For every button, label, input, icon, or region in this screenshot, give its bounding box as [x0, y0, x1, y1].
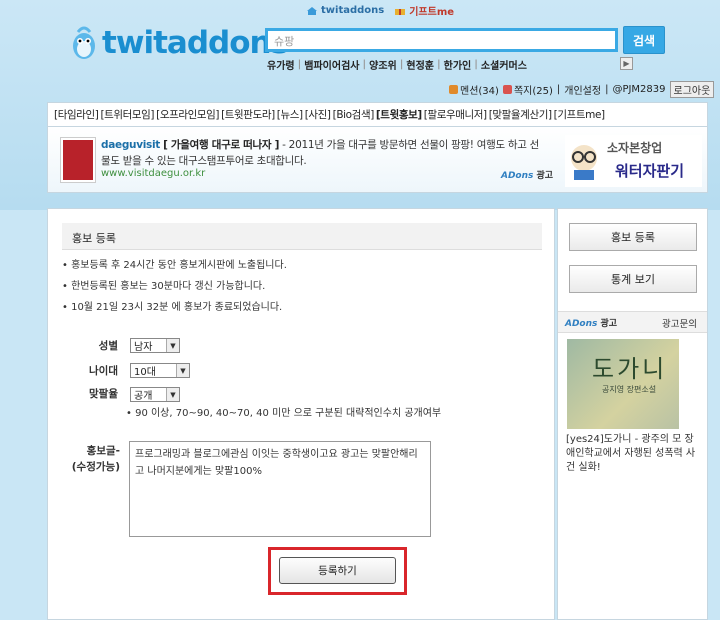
mentions-label: 멘션(34) [460, 86, 499, 97]
follow-rate-label: 맞팔율 [89, 388, 118, 400]
gift-icon [395, 8, 406, 15]
hot-keyword[interactable]: 뱀파이어검사 [302, 57, 361, 72]
twitaddons-link-label: twitaddons [321, 5, 385, 16]
post-label-line2: (수정가능) [71, 461, 120, 473]
search-bar: 슈팡 검색 [265, 26, 665, 54]
user-handle[interactable]: @PJM2839 [612, 84, 665, 95]
ad-banner[interactable]: daeguvisit [ 가을여행 대구로 떠나자 ] - 2011년 가을 대… [47, 127, 708, 193]
post-label-line1: 홍보글- [86, 445, 120, 457]
notice-list: • 홍보등록 후 24시간 동안 홍보게시판에 노출됩니다. • 한번등록된 홍… [62, 257, 287, 320]
page-title: 홍보 등록 [62, 223, 542, 250]
ad-brand: ADons 광고 [501, 168, 553, 181]
hot-keyword[interactable]: 소셜커머스 [479, 57, 529, 72]
nav-item-pandora[interactable]: [트윗판도라] [221, 107, 275, 122]
book-ad-caption[interactable]: [yes24]도가니 - 광주의 모 장애인학교에서 자행된 성폭력 사건 실화… [566, 433, 702, 475]
play-icon: ▶ [623, 59, 630, 68]
gender-value: 남자 [134, 342, 153, 353]
sidebar-ad-brand-suffix: 광고 [600, 319, 618, 329]
sidebar-ad-header: ADons 광고 광고문의 [558, 311, 707, 333]
ad-thumbnail-image [63, 140, 93, 180]
nav-item-tweet-promo[interactable]: [트윗홍보] [376, 107, 422, 122]
book-ad-image[interactable]: 도가니 공지영 장편소설 [567, 339, 679, 429]
giftme-link[interactable]: 기프트me [394, 3, 454, 18]
logout-button[interactable]: 로그아웃 [669, 81, 715, 98]
messages-label: 쪽지(25) [513, 86, 553, 97]
side-banner-line2: 워터자판기 [615, 162, 685, 180]
messages-link[interactable]: 쪽지(25) [502, 82, 553, 97]
ad-headline: [ 가을여행 대구로 떠나자 ] [163, 139, 280, 151]
ad-advertiser: daeguvisit [101, 139, 161, 151]
bird-mascot-icon [73, 26, 95, 59]
ad-brand-suffix: 광고 [536, 171, 554, 181]
divider: | [605, 84, 609, 95]
next-keywords-button[interactable]: ▶ [620, 57, 633, 70]
hot-keyword[interactable]: 한가인 [442, 57, 474, 72]
age-value: 10대 [134, 367, 156, 378]
hot-keyword[interactable]: 양조위 [367, 57, 399, 72]
gender-select[interactable]: 남자 ▼ [130, 338, 180, 353]
giftme-link-label: 기프트me [409, 7, 455, 18]
search-button[interactable]: 검색 [623, 26, 665, 54]
home-icon [307, 6, 317, 15]
sidebar: 홍보 등록 통계 보기 ADons 광고 광고문의 도가니 공지영 장편소설 [… [557, 208, 708, 620]
glasses-face-icon [571, 145, 597, 180]
age-select[interactable]: 10대 ▼ [130, 363, 190, 378]
chevron-down-icon: ▼ [166, 339, 179, 352]
hot-keywords: 유가령 | 뱀파이어검사 | 양조위 | 현정훈 | 한가인 | 소셜커머스 [265, 57, 618, 72]
notice-item: • 한번등록된 홍보는 30분마다 갱신 가능합니다. [62, 281, 266, 292]
nav-item-twitter-groups[interactable]: [트위터모임] [100, 107, 154, 122]
nav-item-bio-search[interactable]: [Bio검색] [333, 107, 375, 122]
submit-button[interactable]: 등록하기 [279, 557, 396, 584]
stats-button[interactable]: 통계 보기 [569, 265, 697, 293]
adons-logo: ADons [501, 171, 534, 181]
chevron-down-icon: ▼ [166, 388, 179, 401]
notice-item: • 홍보등록 후 24시간 동안 홍보게시판에 노출됩니다. [62, 260, 287, 271]
hot-keyword[interactable]: 유가령 [265, 57, 297, 72]
top-links: twitaddons 기프트me [306, 3, 454, 18]
nav-item-follow-calc[interactable]: [맞팔율계산기] [489, 107, 552, 122]
message-icon [502, 85, 512, 94]
divider: | [556, 84, 561, 95]
adons-logo: ADons [565, 319, 598, 329]
side-banner-line1: 소자본창업 [607, 141, 663, 155]
promo-register-panel: 홍보 등록 • 홍보등록 후 24시간 동안 홍보게시판에 노출됩니다. • 한… [47, 208, 555, 620]
ad-inquiry-link[interactable]: 광고문의 [662, 316, 697, 330]
hot-keyword[interactable]: 현정훈 [404, 57, 436, 72]
nav-item-follow-manager[interactable]: [팔로우매니저] [424, 107, 487, 122]
book-title: 도가니 [592, 355, 668, 383]
search-input[interactable]: 슈팡 [265, 28, 618, 52]
twitaddons-link[interactable]: twitaddons [306, 5, 384, 16]
side-banner-ad[interactable]: 소자본창업 워터자판기 [565, 135, 702, 187]
follow-rate-value: 공개 [134, 391, 153, 402]
book-subtitle: 공지영 장편소설 [602, 385, 657, 394]
ad-url[interactable]: www.visitdaegu.or.kr [101, 168, 205, 179]
nav-item-timeline[interactable]: [타임라인] [54, 107, 99, 122]
site-logo[interactable]: twitaddons [70, 24, 289, 62]
ad-thumbnail [60, 137, 96, 183]
nav-item-offline-groups[interactable]: [오프라인모임] [156, 107, 219, 122]
chevron-down-icon: ▼ [176, 364, 189, 377]
promo-register-button[interactable]: 홍보 등록 [569, 223, 697, 251]
follow-rate-description: • 90 이상, 70~90, 40~70, 40 미만 으로 구분된 대략적인… [126, 408, 442, 419]
promo-text-area[interactable]: 프로그래밍과 블로그에관심 이잇는 중학생이고요 광고는 맞팔안해리고 나머지분… [129, 441, 431, 537]
main-nav: [타임라인] [트위터모임] [오프라인모임] [트윗판도라] [뉴스] [사진… [47, 102, 708, 127]
mentions-link[interactable]: 멘션(34) [449, 82, 499, 97]
logo-text: twitaddons [102, 25, 289, 61]
nav-item-giftme[interactable]: [기프트me] [554, 107, 605, 122]
ad-text: daeguvisit [ 가을여행 대구로 떠나자 ] - 2011년 가을 대… [101, 137, 546, 169]
settings-link[interactable]: 개인설정 [564, 82, 601, 97]
notice-item: • 10월 21일 23시 32분 에 홍보가 종료되었습니다. [62, 302, 283, 313]
nav-item-photos[interactable]: [사진] [305, 107, 331, 122]
follow-rate-select[interactable]: 공개 ▼ [130, 387, 180, 402]
gender-label: 성별 [98, 340, 118, 352]
nav-item-news[interactable]: [뉴스] [277, 107, 303, 122]
age-label: 나이대 [89, 365, 118, 377]
post-label: 홍보글- (수정가능) [64, 443, 120, 475]
mention-icon [449, 85, 458, 94]
sidebar-ad-brand: ADons 광고 [565, 316, 617, 329]
user-bar: 멘션(34) 쪽지(25) | 개인설정 | @PJM2839 로그아웃 [449, 81, 715, 98]
